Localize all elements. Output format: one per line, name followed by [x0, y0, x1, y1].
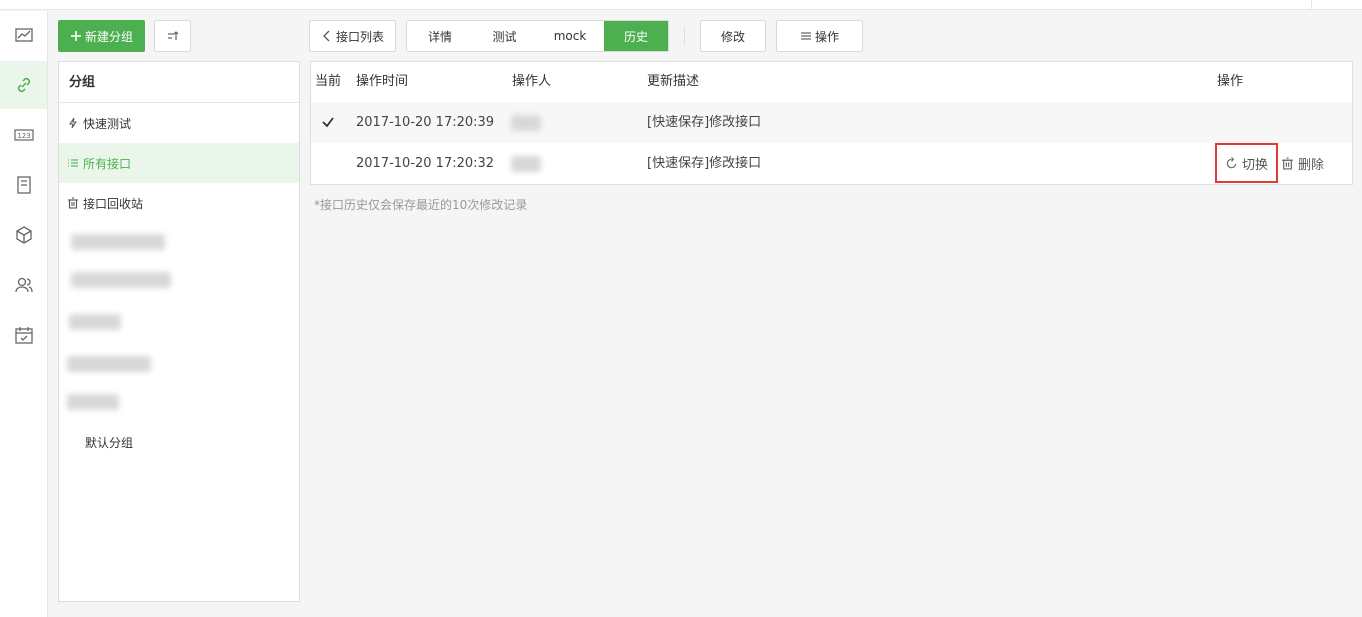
top-bar-divider	[1311, 0, 1312, 10]
top-bar	[0, 0, 1362, 10]
row-description: [快速保存]修改接口	[647, 115, 762, 130]
col-header-description: 更新描述	[647, 74, 700, 89]
switch-label: 切换	[1241, 157, 1268, 173]
edit-label: 修改	[720, 29, 745, 44]
redacted-operator	[511, 115, 541, 131]
view-tabs: 详情 测试 mock 历史	[406, 20, 669, 52]
group-item-all-apis[interactable]: 所有接口	[59, 143, 299, 183]
delete-version-button[interactable]: 删除	[1281, 143, 1324, 184]
refresh-icon	[1226, 156, 1237, 168]
delete-label: 删除	[1298, 158, 1325, 173]
row-description: [快速保存]修改接口	[647, 156, 762, 171]
svg-text:123: 123	[17, 132, 30, 140]
group-item-label: 所有接口	[83, 156, 132, 171]
actions-label: 操作	[814, 29, 839, 44]
chevron-left-icon	[323, 30, 330, 42]
group-item-recycle-bin[interactable]: 接口回收站	[59, 183, 299, 223]
group-panel: 分组 快速测试 所有接口 接口回收站 默认分组	[58, 61, 300, 602]
link-icon	[17, 77, 30, 93]
col-header-time: 操作时间	[356, 74, 409, 89]
check-icon	[322, 117, 334, 128]
switch-version-button[interactable]: 切换	[1215, 143, 1278, 183]
rail-item-chart[interactable]	[0, 11, 47, 59]
rail-item-number[interactable]: 123	[0, 111, 47, 159]
lightning-icon	[69, 117, 77, 129]
calendar-icon	[14, 327, 33, 344]
toolbar-divider	[684, 26, 685, 46]
menu-icon	[800, 32, 811, 40]
edit-button[interactable]: 修改	[700, 20, 766, 52]
col-header-operator: 操作人	[512, 74, 552, 89]
tab-detail[interactable]: 详情	[407, 21, 473, 51]
rail-item-cube[interactable]	[0, 211, 47, 259]
left-rail: 123	[0, 11, 48, 617]
rail-item-api[interactable]	[0, 61, 47, 109]
tab-history[interactable]: 历史	[604, 21, 668, 51]
tab-mock[interactable]: mock	[536, 21, 604, 51]
history-note: *接口历史仅会保存最近的10次修改记录	[314, 198, 528, 212]
redacted-group[interactable]	[71, 234, 165, 250]
group-item-quick-test[interactable]: 快速测试	[59, 103, 299, 143]
group-item-label: 接口回收站	[83, 196, 144, 211]
actions-button[interactable]: 操作	[776, 20, 863, 52]
redacted-group[interactable]	[67, 356, 151, 372]
table-row: 2017-10-20 17:20:39 [快速保存]修改接口	[311, 102, 1352, 143]
plus-icon	[70, 31, 81, 41]
row-time: 2017-10-20 17:20:39	[356, 115, 495, 130]
cube-icon	[15, 226, 32, 244]
list-icon	[68, 159, 78, 167]
row-time: 2017-10-20 17:20:32	[356, 156, 495, 171]
redacted-group[interactable]	[67, 394, 119, 410]
tab-test[interactable]: 测试	[473, 21, 536, 51]
group-item-label: 默认分组	[85, 435, 134, 450]
trash-icon	[68, 197, 78, 209]
sort-button[interactable]	[154, 20, 191, 52]
group-panel-title: 分组	[59, 62, 299, 103]
history-table: 当前 操作时间 操作人 更新描述 操作 2017-10-20 17:20:39 …	[310, 61, 1353, 185]
back-label: 接口列表	[335, 29, 384, 44]
col-header-actions: 操作	[1217, 74, 1244, 89]
col-header-current: 当前	[315, 74, 342, 89]
rail-item-calendar[interactable]	[0, 311, 47, 359]
document-icon	[16, 176, 31, 194]
redacted-operator	[511, 156, 541, 172]
sort-icon	[167, 31, 178, 40]
group-item-label: 快速测试	[83, 116, 132, 131]
rail-item-users[interactable]	[0, 261, 47, 309]
rail-item-doc[interactable]	[0, 161, 47, 209]
redacted-group[interactable]	[69, 314, 121, 330]
back-to-list-button[interactable]: 接口列表	[309, 20, 396, 52]
new-group-label: 新建分组	[84, 29, 133, 44]
number-icon: 123	[13, 129, 34, 141]
chart-icon	[14, 28, 33, 42]
redacted-group[interactable]	[71, 272, 171, 288]
trash-icon	[1282, 157, 1293, 170]
users-icon	[14, 277, 33, 293]
table-row: 2017-10-20 17:20:32 [快速保存]修改接口 切换 删除	[311, 143, 1352, 184]
group-item-default[interactable]: 默认分组	[59, 422, 299, 462]
new-group-button[interactable]: 新建分组	[58, 20, 145, 52]
